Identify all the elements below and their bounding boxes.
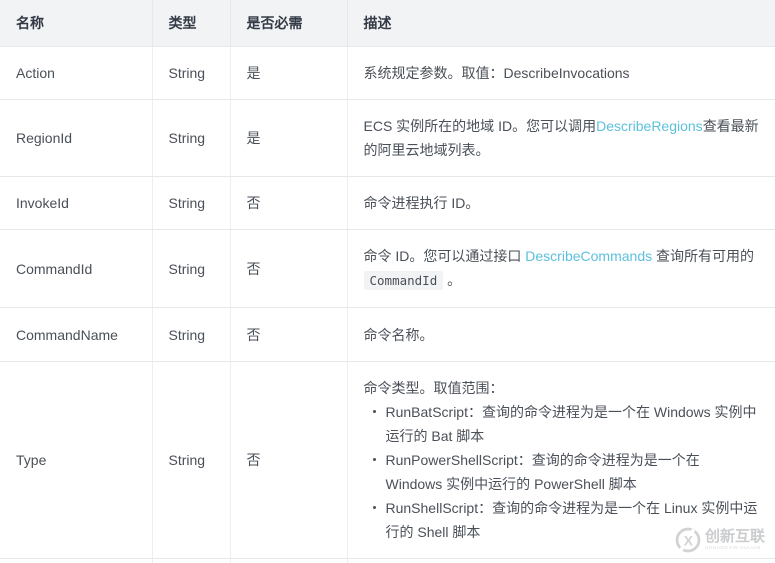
list-item: RunPowerShellScript：查询的命令进程为是一个在 Windows… xyxy=(372,448,760,496)
description-text-before: ECS 实例所在的地域 ID。您可以调用 xyxy=(363,118,597,134)
column-header-name: 名称 xyxy=(0,0,153,47)
describe-regions-link[interactable]: DescribeRegions xyxy=(596,118,703,134)
cell-param-required: 是 xyxy=(230,46,348,100)
cell-param-required: 否 xyxy=(230,176,348,230)
cell-param-name: CommandName xyxy=(0,307,153,362)
description-text: 命令类型。取值范围： xyxy=(363,380,504,396)
description-text: ECS 实例所在的地域 ID。您可以调用DescribeRegions查看最新的… xyxy=(364,114,760,162)
table-row: Type String 否 命令类型。取值范围： RunBatScript：查询… xyxy=(0,361,775,559)
cell-param-required: 否 xyxy=(230,307,348,362)
description-text: 命令名称。 xyxy=(363,326,434,343)
cell-param-name: Timed xyxy=(0,558,153,563)
description-text-after: 。 xyxy=(443,272,462,288)
type-value-list: RunBatScript：查询的命令进程为是一个在 Windows 实例中运行的… xyxy=(364,400,760,544)
column-header-description: 描述 xyxy=(347,0,775,47)
table-header: 名称 类型 是否必需 描述 xyxy=(0,0,775,47)
table-row: CommandId String 否 命令 ID。您可以通过接口 Describ… xyxy=(0,229,775,308)
table-row: InvokeId String 否 命令进程执行 ID。 xyxy=(0,176,775,230)
cell-param-type: String xyxy=(152,99,231,177)
table-header-row: 名称 类型 是否必需 描述 xyxy=(0,0,775,47)
column-header-type: 类型 xyxy=(152,0,231,47)
cell-param-required: 否 xyxy=(230,361,348,559)
description-text-middle: 查询所有可用的 xyxy=(652,248,754,264)
api-parameter-table: 名称 类型 是否必需 描述 Action String 是 系统规定参数。取值：… xyxy=(0,0,775,563)
cell-param-type: String xyxy=(152,46,231,100)
cell-param-type: Boolean xyxy=(152,558,231,563)
cell-param-required: 否 xyxy=(230,558,348,563)
cell-param-name: Action xyxy=(0,46,153,100)
cell-param-name: RegionId xyxy=(0,99,153,177)
cell-param-type: String xyxy=(152,176,231,230)
column-header-required: 是否必需 xyxy=(230,0,348,47)
api-parameter-table-container: 名称 类型 是否必需 描述 Action String 是 系统规定参数。取值：… xyxy=(0,0,775,563)
cell-param-type: String xyxy=(152,229,231,308)
describe-commands-link[interactable]: DescribeCommands xyxy=(525,248,652,264)
cell-param-description: ECS 实例所在的地域 ID。您可以调用DescribeRegions查看最新的… xyxy=(347,99,775,177)
description-text: 命令 ID。您可以通过接口 DescribeCommands 查询所有可用的 C… xyxy=(363,244,760,293)
description-text-before: 命令 ID。您可以通过接口 xyxy=(363,248,526,264)
cell-param-description: 命令 ID。您可以通过接口 DescribeCommands 查询所有可用的 C… xyxy=(347,229,775,308)
table-row: Action String 是 系统规定参数。取值：DescribeInvoca… xyxy=(0,46,775,100)
cell-param-description: 命令进程执行 ID。 xyxy=(347,176,775,230)
list-item: RunBatScript：查询的命令进程为是一个在 Windows 实例中运行的… xyxy=(372,400,760,448)
cell-param-required: 是 xyxy=(230,99,348,177)
cell-param-description: 命令是否为周期执行。默认值：False xyxy=(347,558,775,563)
cell-param-type: String xyxy=(152,307,231,362)
cell-param-description: 命令名称。 xyxy=(347,307,775,362)
cell-param-name: InvokeId xyxy=(0,176,153,230)
cell-param-name: Type xyxy=(0,361,153,559)
command-id-code: CommandId xyxy=(363,271,444,290)
cell-param-description: 命令类型。取值范围： RunBatScript：查询的命令进程为是一个在 Win… xyxy=(347,361,775,559)
list-item: RunShellScript：查询的命令进程为是一个在 Linux 实例中运行的… xyxy=(372,496,760,544)
table-row: RegionId String 是 ECS 实例所在的地域 ID。您可以调用De… xyxy=(0,99,775,177)
description-text: 系统规定参数。取值：DescribeInvocations xyxy=(363,65,630,81)
cell-param-name: CommandId xyxy=(0,229,153,308)
cell-param-description: 系统规定参数。取值：DescribeInvocations xyxy=(347,46,775,100)
description-text: 命令进程执行 ID。 xyxy=(363,195,480,211)
table-row: Timed Boolean 否 命令是否为周期执行。默认值：False xyxy=(0,558,775,563)
table-body: Action String 是 系统规定参数。取值：DescribeInvoca… xyxy=(0,46,775,563)
cell-param-type: String xyxy=(152,361,231,559)
cell-param-required: 否 xyxy=(230,229,348,308)
table-row: CommandName String 否 命令名称。 xyxy=(0,307,775,362)
